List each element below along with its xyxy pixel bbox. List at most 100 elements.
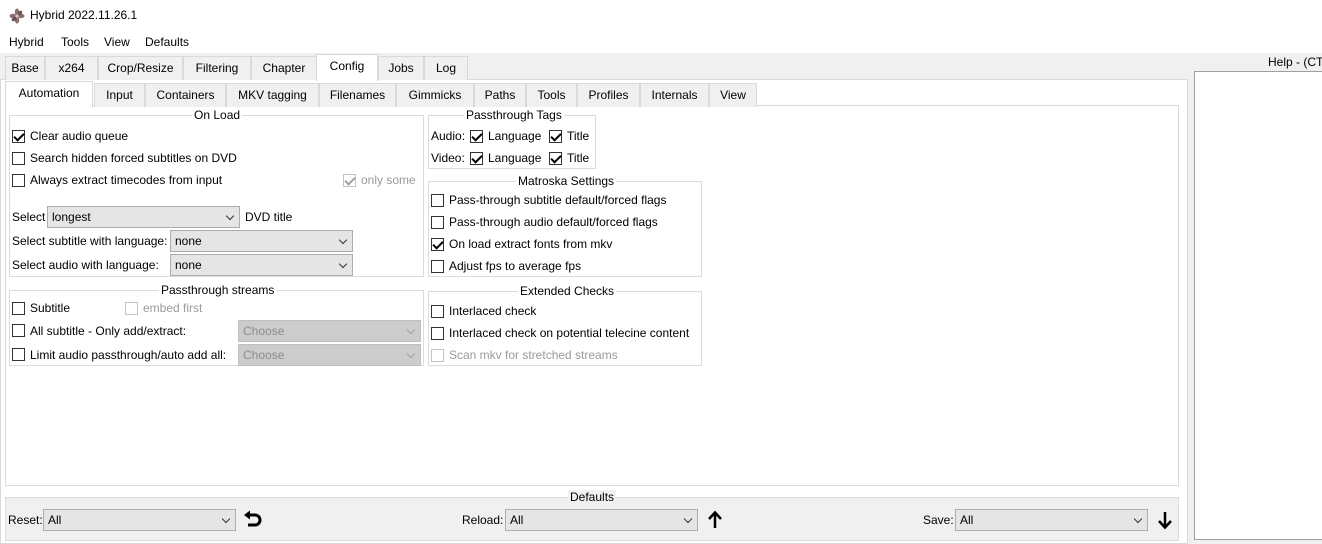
subtitle-lang-select[interactable]: none: [170, 230, 353, 252]
video-language-checkbox[interactable]: [470, 152, 483, 165]
subtab-mkv-tagging[interactable]: MKV tagging: [226, 83, 319, 107]
reset-select[interactable]: All: [43, 509, 236, 531]
video-tags-label: Video:: [431, 151, 465, 165]
dvd-title-select-value: longest: [52, 210, 91, 224]
defaults-title: Defaults: [568, 490, 617, 504]
interlaced-telecine-checkbox[interactable]: [431, 327, 444, 340]
tab-log[interactable]: Log: [424, 56, 468, 80]
video-title-label: Title: [567, 151, 590, 165]
extract-fonts-checkbox[interactable]: [431, 238, 444, 251]
tab-base[interactable]: Base: [5, 56, 45, 80]
audio-tags-label: Audio:: [431, 129, 466, 143]
scan-mkv-stretched-checkbox[interactable]: [431, 349, 444, 362]
matroska-settings-title: Matroska Settings: [516, 174, 617, 188]
passthrough-tags-title: Passthrough Tags: [464, 108, 564, 122]
limit-audio-value: Choose: [243, 348, 285, 362]
subtab-profiles[interactable]: Profiles: [577, 83, 640, 107]
audio-title-label: Title: [567, 129, 590, 143]
dvd-title-label: DVD title: [245, 210, 293, 224]
audio-lang-label: Select audio with language:: [12, 258, 159, 272]
pass-through-subtitle-flags-label: Pass-through subtitle default/forced fla…: [449, 193, 667, 207]
embed-first-label: embed first: [143, 301, 203, 315]
subtab-tools[interactable]: Tools: [526, 83, 577, 107]
tab-chapter[interactable]: Chapter: [251, 56, 317, 80]
save-label: Save:: [923, 513, 954, 527]
clear-audio-queue-checkbox[interactable]: [12, 130, 25, 143]
chevron-down-icon: [221, 514, 231, 524]
video-title-checkbox[interactable]: [549, 152, 562, 165]
always-extract-timecodes-checkbox[interactable]: [12, 174, 25, 187]
limit-audio-select[interactable]: Choose: [238, 344, 421, 366]
adjust-fps-label: Adjust fps to average fps: [449, 259, 582, 273]
menu-tools[interactable]: Tools: [61, 35, 89, 49]
subtab-filenames[interactable]: Filenames: [319, 83, 396, 107]
tab-x264[interactable]: x264: [45, 56, 98, 80]
menu-hybrid[interactable]: Hybrid: [9, 35, 44, 49]
limit-audio-checkbox[interactable]: [12, 348, 25, 361]
video-language-label: Language: [488, 151, 542, 165]
search-hidden-forced-label: Search hidden forced subtitles on DVD: [30, 151, 237, 165]
subtab-internals[interactable]: Internals: [640, 83, 709, 107]
audio-language-checkbox[interactable]: [470, 130, 483, 143]
always-extract-timecodes-label: Always extract timecodes from input: [30, 173, 223, 187]
subtitle-lang-label: Select subtitle with language:: [12, 234, 168, 248]
arrow-up-icon[interactable]: [705, 510, 725, 530]
subtitle-passthrough-checkbox[interactable]: [12, 302, 25, 315]
chevron-down-icon: [406, 349, 416, 359]
subtitle-passthrough-label: Subtitle: [30, 301, 71, 315]
pass-through-audio-flags-checkbox[interactable]: [431, 216, 444, 229]
subtab-paths[interactable]: Paths: [474, 83, 526, 107]
save-select[interactable]: All: [955, 509, 1148, 531]
tab-filtering[interactable]: Filtering: [183, 56, 251, 80]
only-some-label: only some: [361, 173, 416, 187]
interlaced-check-checkbox[interactable]: [431, 305, 444, 318]
subtab-input[interactable]: Input: [94, 83, 145, 107]
audio-lang-select[interactable]: none: [170, 254, 353, 276]
extended-checks-title: Extended Checks: [518, 284, 617, 298]
audio-lang-value: none: [175, 258, 202, 272]
pass-through-subtitle-flags-checkbox[interactable]: [431, 194, 444, 207]
subtab-automation[interactable]: Automation: [5, 81, 93, 108]
search-hidden-forced-checkbox[interactable]: [12, 152, 25, 165]
passthrough-streams-title: Passthrough streams: [159, 283, 277, 297]
help-title: Help - (CT: [1266, 55, 1322, 69]
only-some-checkbox[interactable]: [343, 174, 356, 187]
all-subtitle-select[interactable]: Choose: [238, 320, 421, 342]
select-label: Select: [12, 210, 46, 224]
scan-mkv-stretched-label: Scan mkv for stretched streams: [449, 348, 618, 362]
chevron-down-icon: [338, 235, 348, 245]
subtab-containers[interactable]: Containers: [145, 83, 226, 107]
subtab-view[interactable]: View: [709, 83, 757, 107]
all-subtitle-value: Choose: [243, 324, 285, 338]
interlaced-telecine-label: Interlaced check on potential telecine c…: [449, 326, 690, 340]
window-title: Hybrid 2022.11.26.1: [30, 8, 138, 22]
tab-jobs[interactable]: Jobs: [378, 56, 424, 80]
flower-icon: [9, 8, 25, 24]
all-subtitle-label: All subtitle - Only add/extract:: [30, 324, 187, 338]
reload-label: Reload:: [462, 513, 504, 527]
menu-view[interactable]: View: [104, 35, 130, 49]
reload-select-value: All: [510, 513, 524, 527]
arrow-down-icon[interactable]: [1155, 510, 1175, 530]
embed-first-checkbox[interactable]: [125, 302, 138, 315]
tab-crop-resize[interactable]: Crop/Resize: [98, 56, 183, 80]
subtab-gimmicks[interactable]: Gimmicks: [396, 83, 474, 107]
limit-audio-label: Limit audio passthrough/auto add all:: [30, 348, 227, 362]
dvd-title-select[interactable]: longest: [47, 206, 240, 228]
reload-select[interactable]: All: [505, 509, 698, 531]
reset-label: Reset:: [8, 513, 43, 527]
title-bar: [0, 0, 1322, 31]
extract-fonts-label: On load extract fonts from mkv: [449, 237, 613, 251]
on-load-title: On Load: [192, 108, 243, 122]
tab-config[interactable]: Config: [316, 54, 378, 81]
menu-bar: Hybrid Tools View Defaults: [0, 31, 1322, 53]
adjust-fps-checkbox[interactable]: [431, 260, 444, 273]
chevron-down-icon: [406, 325, 416, 335]
chevron-down-icon: [225, 211, 235, 221]
chevron-down-icon: [1133, 514, 1143, 524]
menu-defaults[interactable]: Defaults: [145, 35, 189, 49]
help-text-area[interactable]: [1194, 71, 1322, 540]
audio-title-checkbox[interactable]: [549, 130, 562, 143]
all-subtitle-checkbox[interactable]: [12, 324, 25, 337]
undo-icon[interactable]: [243, 510, 263, 530]
